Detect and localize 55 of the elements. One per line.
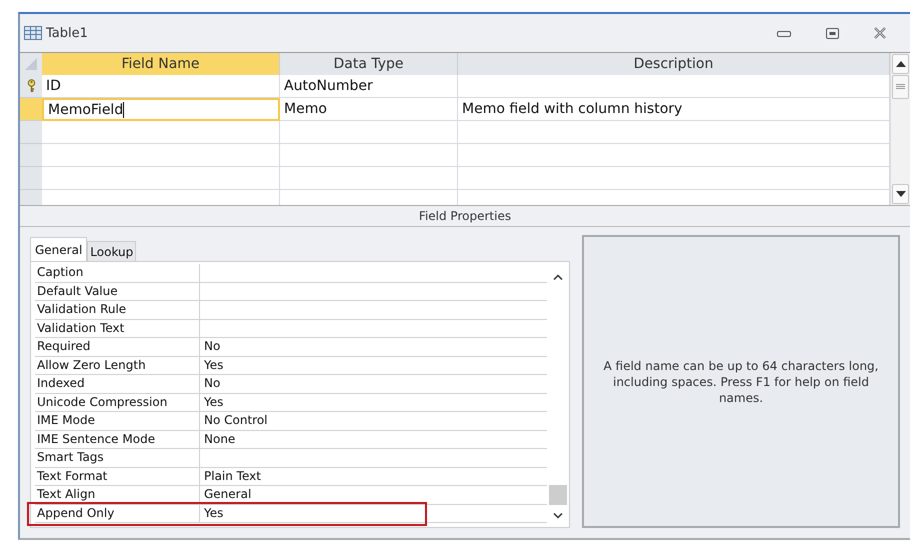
empty-grid-cell[interactable] [458, 121, 890, 144]
data-type-cell[interactable]: Memo [280, 98, 458, 121]
up-chevron-icon[interactable] [553, 274, 563, 280]
field-name-cell[interactable]: ID [42, 75, 280, 98]
description-cell[interactable]: Memo field with column history [458, 98, 890, 121]
property-name: Validation Rule [35, 301, 200, 318]
minimize-icon [777, 29, 791, 37]
description-cell[interactable] [458, 75, 890, 98]
property-value[interactable]: Yes [200, 394, 547, 411]
restore-icon [826, 28, 838, 38]
property-name: Validation Text [35, 320, 200, 337]
row-selector[interactable] [20, 75, 42, 98]
data-type-cell[interactable]: AutoNumber [280, 75, 458, 98]
property-name: IME Sentence Mode [35, 430, 200, 448]
table-icon [24, 26, 42, 40]
empty-grid-cell[interactable] [280, 167, 458, 190]
empty-grid-cell[interactable] [458, 167, 890, 190]
up-arrow-icon[interactable] [896, 61, 906, 67]
empty-grid-cell[interactable] [280, 121, 458, 144]
property-name: Required [35, 338, 200, 356]
help-text: A field name can be up to 64 characters long, including spaces. Press F1 for help on field names. [602, 358, 880, 406]
property-name: Default Value [35, 282, 200, 300]
property-value[interactable]: Plain Text [200, 468, 547, 485]
property-value[interactable]: No Control [200, 412, 547, 430]
window-title: Table1 [46, 26, 88, 40]
tab[interactable]: General [30, 237, 88, 261]
empty-grid-cell[interactable] [458, 144, 890, 167]
grip-icon[interactable] [896, 84, 905, 90]
property-name: Allow Zero Length [35, 356, 200, 374]
property-value[interactable]: Yes [200, 356, 547, 374]
property-value[interactable]: No [200, 375, 547, 392]
empty-grid-cell[interactable] [280, 144, 458, 167]
property-value[interactable]: None [200, 430, 547, 448]
corner-triangle-icon [24, 57, 38, 71]
property-name: Smart Tags [35, 449, 200, 466]
tab[interactable]: Lookup [87, 241, 136, 261]
field-name-cell[interactable]: MemoField [42, 98, 280, 121]
property-name: Caption [35, 264, 200, 282]
vertical-scrollbar[interactable] [890, 53, 910, 205]
property-name: IME Mode [35, 412, 200, 430]
property-name: Text Format [35, 468, 200, 485]
down-chevron-icon[interactable] [553, 513, 563, 519]
property-name: Unicode Compression [35, 394, 200, 411]
property-value[interactable]: No [200, 338, 547, 356]
property-name: Indexed [35, 375, 200, 392]
property-value[interactable]: Yes [200, 504, 547, 522]
property-value[interactable]: General [200, 486, 547, 504]
down-arrow-icon[interactable] [896, 191, 906, 197]
section-title: Field Properties [20, 206, 910, 227]
close-icon [873, 27, 887, 39]
column-header[interactable]: Data Type [280, 53, 458, 75]
scroll-thumb[interactable] [549, 485, 567, 505]
column-header[interactable]: Field Name [42, 53, 280, 75]
property-name: Text Align [35, 486, 200, 504]
property-name: Append Only [35, 504, 200, 522]
